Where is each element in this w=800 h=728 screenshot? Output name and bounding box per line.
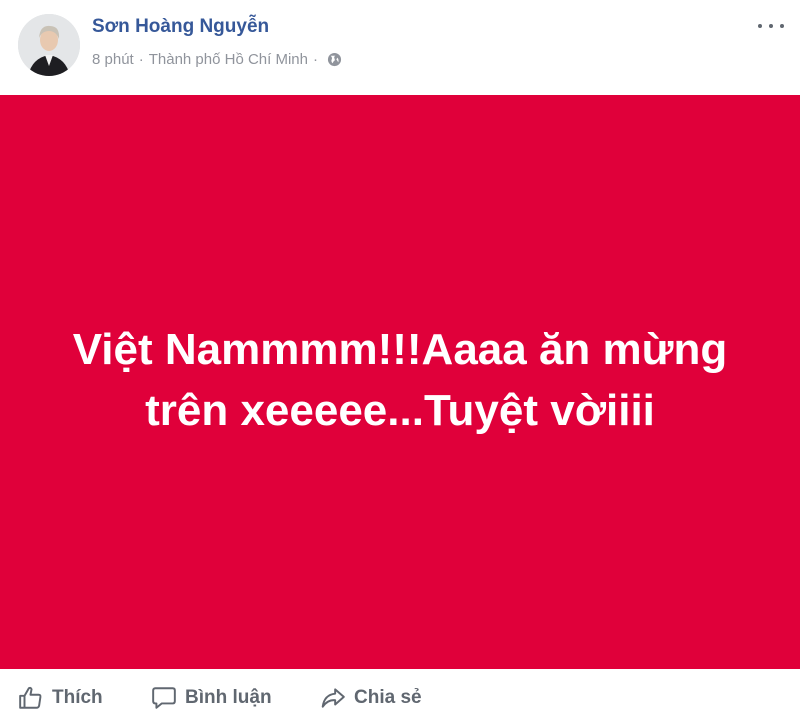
dot [758, 24, 762, 28]
post-actions-bar: Thích Bình luận Chia sẻ [0, 669, 800, 728]
post-meta: 8 phút · Thành phố Hồ Chí Minh · [92, 51, 342, 68]
meta-separator: · [312, 51, 318, 68]
avatar[interactable] [18, 14, 80, 76]
comment-button[interactable]: Bình luận [151, 685, 272, 711]
meta-separator: · [138, 51, 144, 68]
more-options-icon[interactable] [758, 18, 784, 34]
post-time[interactable]: 8 phút [92, 51, 134, 68]
share-button[interactable]: Chia sẻ [320, 685, 422, 711]
post-message: Việt Nammmm!!!Aaaa ăn mừng trên xeeeee..… [72, 325, 728, 435]
dot [780, 24, 784, 28]
post-background: Việt Nammmm!!!Aaaa ăn mừng trên xeeeee..… [0, 95, 800, 669]
dot [769, 24, 773, 28]
comment-bubble-icon [152, 687, 176, 709]
like-button[interactable]: Thích [18, 685, 103, 711]
avatar-image [18, 14, 80, 76]
like-label: Thích [52, 687, 103, 708]
globe-icon[interactable] [327, 52, 342, 67]
post-location[interactable]: Thành phố Hồ Chí Minh [149, 51, 308, 68]
share-arrow-icon [321, 688, 345, 708]
comment-label: Bình luận [185, 687, 272, 708]
share-label: Chia sẻ [354, 687, 422, 708]
thumbs-up-icon [19, 686, 42, 709]
post-header: Sơn Hoàng Nguyễn 8 phút · Thành phố Hồ C… [0, 0, 800, 95]
author-name[interactable]: Sơn Hoàng Nguyễn [92, 16, 269, 38]
